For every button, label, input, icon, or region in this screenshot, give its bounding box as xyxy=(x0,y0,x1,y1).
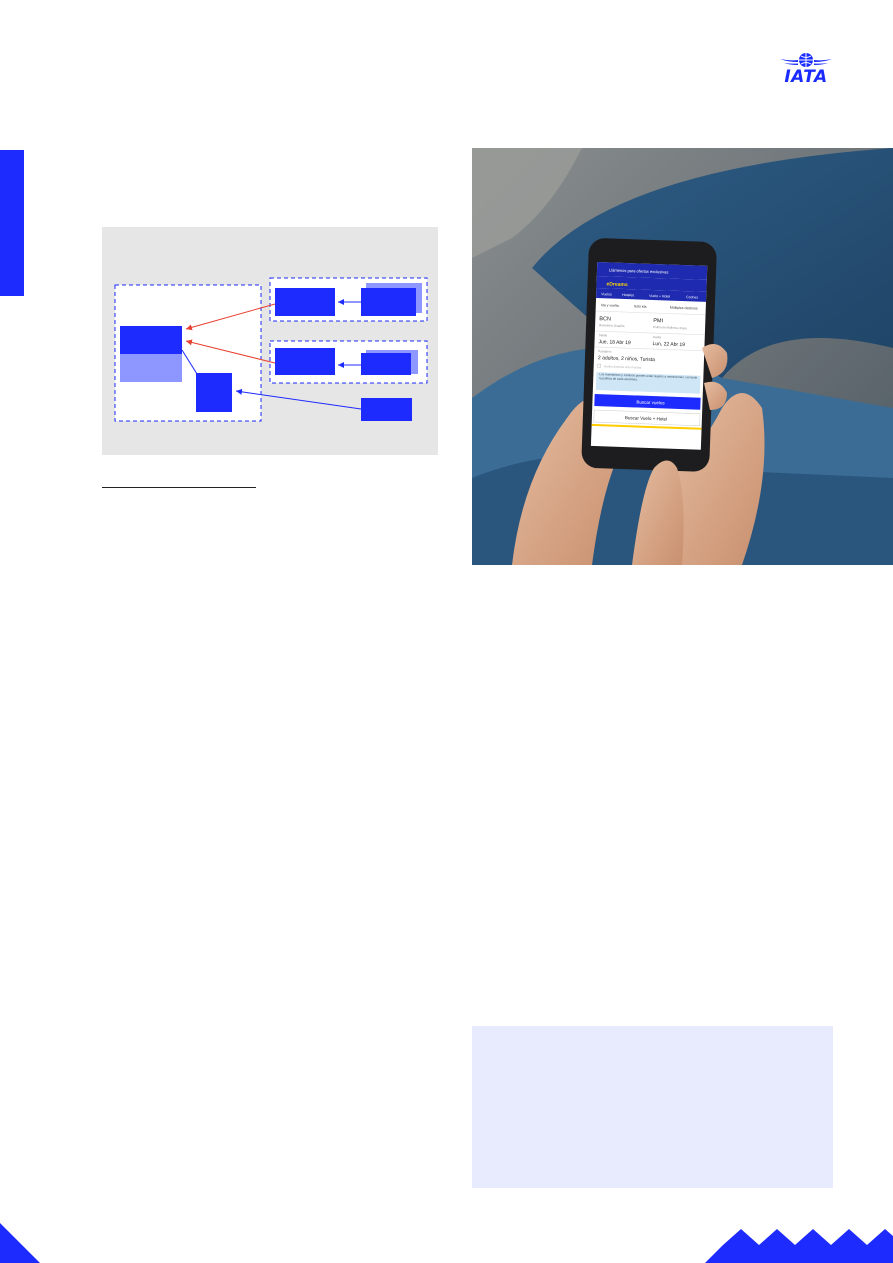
middle-right-box-b xyxy=(361,353,411,375)
section-marker xyxy=(0,150,24,296)
callout-box xyxy=(472,1026,833,1188)
phone-tab-3: Coches xyxy=(686,295,698,299)
top-right-box-a xyxy=(275,288,335,316)
phone-return-label: Vuelta xyxy=(653,335,662,339)
relationship-diagram xyxy=(114,277,428,422)
top-right-box-b xyxy=(361,288,416,316)
phone-destination-code: PMI xyxy=(653,318,663,324)
diagram-panel xyxy=(102,227,438,455)
caption-underline xyxy=(102,487,256,488)
phone-return-date: Lun, 22 Abr 19 xyxy=(652,341,685,348)
zigzag-decoration xyxy=(705,1229,893,1263)
bottom-right-box xyxy=(361,398,412,421)
phone-photo-illustration: Llámenos para ofertas exclusivas eDreams… xyxy=(472,148,893,565)
iata-logo-text: IATA xyxy=(784,67,828,87)
phone-depart-label: Salida xyxy=(599,333,608,337)
phone-tab-1: Hoteles xyxy=(622,293,634,297)
phone-photo: Llámenos para ofertas exclusivas eDreams… xyxy=(472,148,893,565)
phone-trip-1: Solo ida xyxy=(634,304,647,308)
corner-triangle-decoration xyxy=(0,1223,40,1263)
phone-trip-0: Ida y vuelta xyxy=(601,303,619,308)
phone-passengers-label: Pasajeros xyxy=(598,349,612,353)
phone-search-flights-button: Buscar vuelos xyxy=(636,399,665,405)
left-main-box xyxy=(120,326,182,354)
phone-brand: eDreams xyxy=(606,281,628,288)
middle-right-box-a xyxy=(275,348,335,375)
phone-tab-2: Vuelo + Hotel xyxy=(649,294,670,299)
phone-tab-0: Vuelos xyxy=(601,292,612,296)
phone-origin-code: BCN xyxy=(599,316,611,322)
left-lower-box xyxy=(196,373,232,412)
left-shadow-box xyxy=(120,354,182,382)
iata-logo: IATA xyxy=(776,50,836,90)
phone-depart-date: Jue, 18 Abr 19 xyxy=(598,339,631,346)
